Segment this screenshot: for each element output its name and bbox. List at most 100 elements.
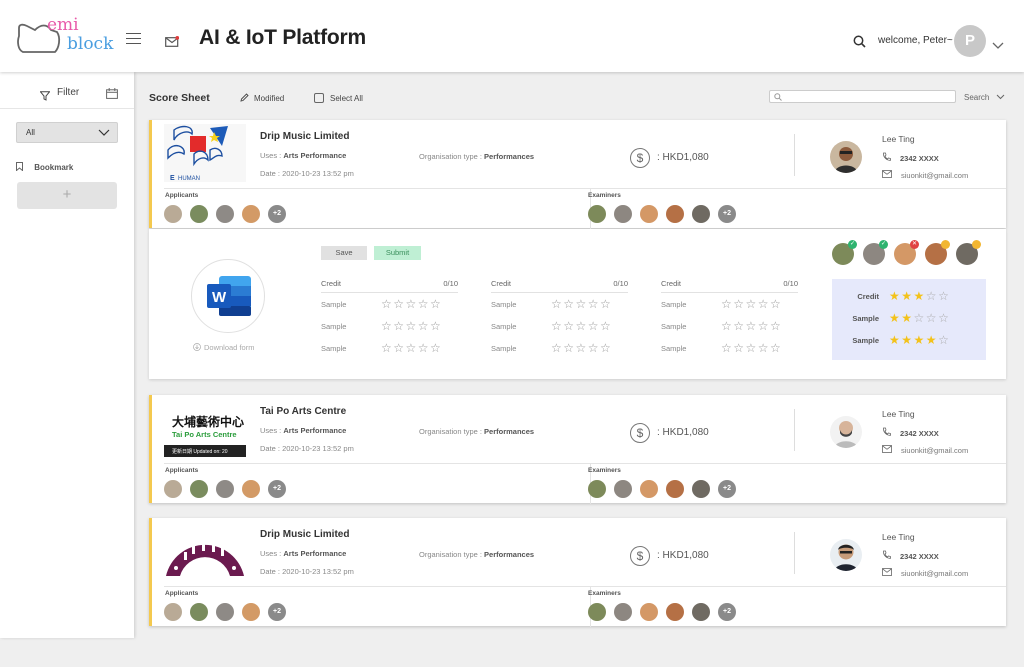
add-bookmark-button[interactable]: + [17, 182, 117, 209]
applicant-avatar[interactable] [242, 603, 260, 621]
applicant-avatar[interactable] [242, 480, 260, 498]
filter-icon[interactable] [39, 88, 51, 106]
examiner-avatar[interactable] [692, 603, 710, 621]
user-avatar[interactable]: P [954, 25, 986, 57]
score-row: Sample ☆☆☆☆☆ [491, 315, 628, 337]
star-rating-input[interactable]: ☆☆☆☆☆ [381, 341, 442, 355]
category-select[interactable]: All [16, 122, 118, 143]
save-button[interactable]: Save [321, 246, 367, 260]
card-summary: Drip Music Limited Uses : Arts Performan… [149, 518, 1006, 586]
star-rating-input[interactable]: ☆☆☆☆☆ [551, 297, 612, 311]
select-all-checkbox[interactable]: Select All [314, 93, 363, 103]
star-rating-input[interactable]: ☆☆☆☆☆ [381, 319, 442, 333]
examiners-label: Examiners [588, 192, 621, 199]
submit-button[interactable]: Submit [374, 246, 421, 260]
download-form-link[interactable]: Download form [193, 343, 254, 352]
score-row: Sample ☆☆☆☆☆ [321, 337, 458, 359]
score-row: Sample ☆☆☆☆☆ [661, 337, 798, 359]
star-rating-input[interactable]: ☆☆☆☆☆ [551, 341, 612, 355]
applicant-avatar[interactable] [190, 205, 208, 223]
bookmark-item[interactable]: Bookmark [16, 162, 73, 172]
star-filled-icon: ★ [889, 311, 902, 325]
select-all-label: Select All [330, 94, 363, 103]
semiblock-logo[interactable]: emi block [15, 16, 115, 58]
word-document-button[interactable]: W [191, 259, 265, 333]
more-examiners-badge[interactable]: +2 [718, 603, 736, 621]
contact-phone-value: 2342 XXXX [900, 154, 939, 163]
examiner-avatar[interactable] [666, 205, 684, 223]
category-select-value: All [26, 128, 35, 137]
examiner-avatar[interactable] [956, 240, 981, 265]
applicant-avatar[interactable] [216, 205, 234, 223]
examiner-avatar[interactable] [614, 480, 632, 498]
examiner-avatar[interactable] [588, 480, 606, 498]
applicant-avatar[interactable] [164, 480, 182, 498]
menu-icon[interactable] [126, 33, 141, 44]
pending-icon [972, 240, 981, 249]
star-rating-input[interactable]: ☆☆☆☆☆ [721, 341, 782, 355]
org-name: Tai Po Arts Centre [260, 406, 347, 417]
more-examiners-badge[interactable]: +2 [718, 480, 736, 498]
org-type-label: Organisation type : [419, 152, 482, 161]
org-type-label: Organisation type : [419, 550, 482, 559]
examiner-avatar[interactable] [640, 205, 658, 223]
examiner-avatar[interactable] [614, 603, 632, 621]
star-filled-icon: ★ [889, 289, 902, 303]
more-applicants-badge[interactable]: +2 [268, 603, 286, 621]
search-icon[interactable] [853, 35, 866, 53]
applicant-avatar[interactable] [216, 603, 234, 621]
examiner-avatar[interactable]: ✕ [894, 240, 919, 265]
star-filled-icon: ★ [913, 289, 926, 303]
applicant-avatar[interactable] [242, 205, 260, 223]
contact-email: siuonkit@gmail.com [882, 170, 968, 180]
star-rating-input[interactable]: ☆☆☆☆☆ [721, 319, 782, 333]
calendar-icon[interactable] [106, 86, 118, 104]
applicant-avatar[interactable] [190, 603, 208, 621]
mail-icon [882, 568, 892, 576]
star-rating-input[interactable]: ☆☆☆☆☆ [721, 297, 782, 311]
card-participants: Applicants +2 Examiners +2 [164, 188, 1006, 229]
application-card[interactable]: 大埔藝術中心 Tai Po Arts Centre 更新日期 Updated o… [149, 395, 1006, 504]
examiner-avatar[interactable] [666, 480, 684, 498]
examiner-avatar[interactable]: ✓ [863, 240, 888, 265]
application-card[interactable]: E HUMAN Drip Music Limited Uses : Arts P… [149, 120, 1006, 229]
score-row-label: Sample [321, 321, 347, 331]
thumb-update-text: 更新日期 Updated on: 20 [164, 445, 246, 457]
applicant-avatar[interactable] [190, 480, 208, 498]
examiner-avatar[interactable] [692, 205, 710, 223]
applicant-avatar[interactable] [216, 480, 234, 498]
examiner-avatar[interactable] [692, 480, 710, 498]
uses-line: Uses : Arts Performance [260, 426, 346, 435]
application-card[interactable]: Drip Music Limited Uses : Arts Performan… [149, 518, 1006, 627]
summary-row: Sample ★★☆☆☆ [832, 311, 986, 325]
credit-column-title: Credit [661, 279, 682, 288]
search-dropdown[interactable]: Search [964, 93, 1005, 102]
divider [794, 409, 795, 451]
date-text: Date : 2020-10-23 13:52 pm [260, 567, 354, 576]
examiner-avatar[interactable] [640, 603, 658, 621]
uses-value: Arts Performance [283, 549, 347, 558]
score-row-label: Sample [661, 299, 687, 309]
applicant-avatar[interactable] [164, 603, 182, 621]
more-applicants-badge[interactable]: +2 [268, 205, 286, 223]
star-rating-input[interactable]: ☆☆☆☆☆ [381, 297, 442, 311]
examiner-avatar[interactable] [614, 205, 632, 223]
date-text: Date : 2020-10-23 13:52 pm [260, 444, 354, 453]
examiner-avatar[interactable]: ✓ [832, 240, 857, 265]
examiner-avatar[interactable] [588, 205, 606, 223]
filter-label[interactable]: Filter [57, 87, 79, 98]
modified-button[interactable]: Modified [240, 93, 284, 103]
search-icon [774, 93, 782, 101]
applicant-avatar[interactable] [164, 205, 182, 223]
star-rating-input[interactable]: ☆☆☆☆☆ [551, 319, 612, 333]
examiner-avatar[interactable] [925, 240, 950, 265]
examiner-avatar[interactable] [666, 603, 684, 621]
mail-icon[interactable] [165, 34, 180, 52]
search-input[interactable] [769, 90, 956, 103]
more-examiners-badge[interactable]: +2 [718, 205, 736, 223]
chevron-down-icon[interactable] [992, 37, 1004, 55]
examiner-avatar[interactable] [588, 603, 606, 621]
examiner-avatar[interactable] [640, 480, 658, 498]
checkbox-icon [314, 93, 324, 103]
more-applicants-badge[interactable]: +2 [268, 480, 286, 498]
